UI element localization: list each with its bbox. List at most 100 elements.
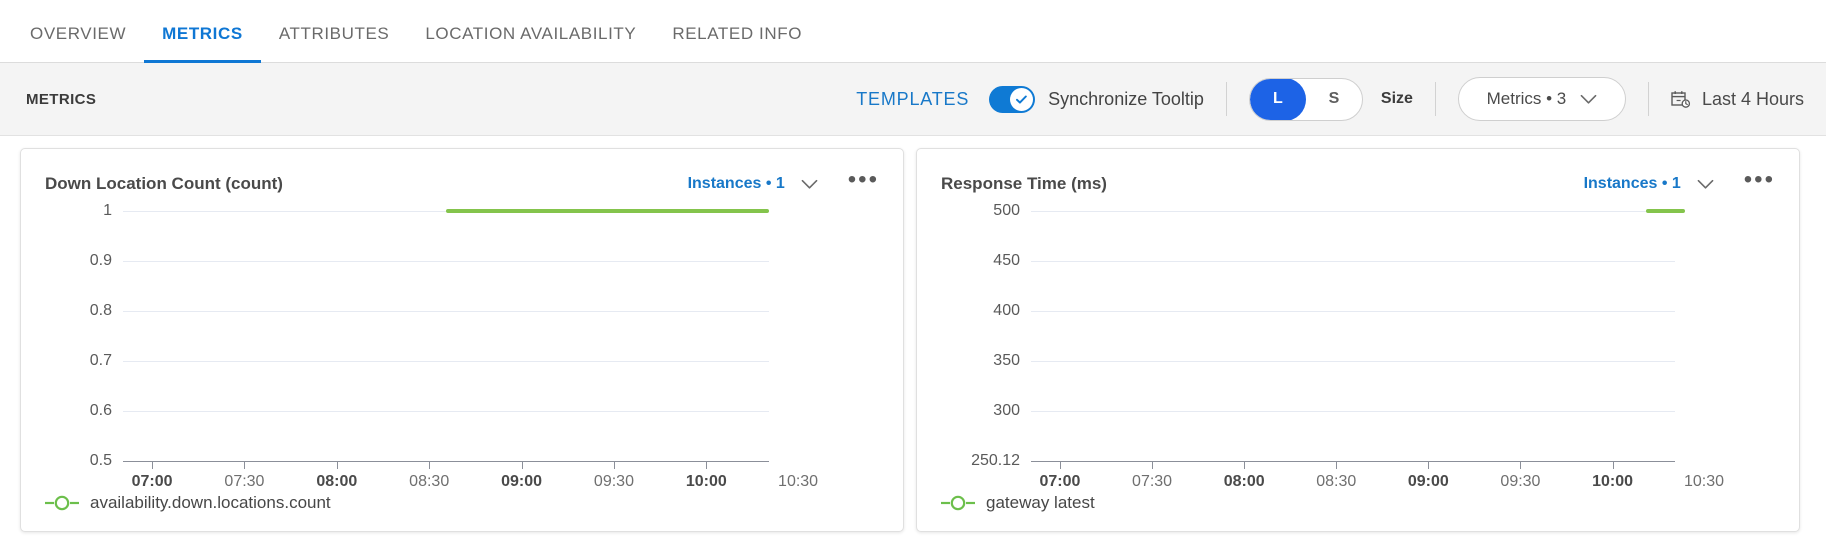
chart-legend-item[interactable]: availability.down.locations.count	[45, 493, 331, 513]
toolbar-title: METRICS	[26, 90, 97, 108]
gridline	[1031, 361, 1675, 362]
x-axis-label: 07:30	[224, 473, 265, 490]
gridline	[123, 311, 769, 312]
x-axis-label: 10:30	[1683, 473, 1724, 490]
y-axis-label: 250.12	[971, 452, 1020, 469]
metrics-selector-label: Metrics • 3	[1486, 89, 1567, 108]
x-tick	[336, 462, 338, 469]
instances-chevron-down-icon[interactable]	[1697, 179, 1714, 190]
instances-chevron-down-icon[interactable]	[801, 179, 818, 190]
tab-attributes[interactable]: ATTRIBUTES	[261, 24, 408, 63]
x-axis-label: 07:00	[1039, 473, 1081, 490]
x-tick	[613, 462, 615, 469]
y-axis-label: 300	[993, 402, 1020, 419]
series-line	[1646, 209, 1685, 213]
x-axis-line	[123, 461, 769, 462]
x-axis-label: 08:30	[1316, 473, 1357, 490]
card-header: Down Location Count (count) Instances • …	[45, 168, 879, 197]
gridline	[1031, 211, 1675, 212]
metric-card-response-time: Response Time (ms) Instances • 1 ••• 500…	[916, 148, 1800, 532]
y-axis-label: 0.6	[89, 402, 112, 419]
instances-selector[interactable]: Instances • 1	[688, 175, 785, 193]
chart-plot-area: 1 0.9 0.8 0.7 0.6 0.5 07:00 07:30 08:00	[90, 202, 818, 490]
size-option-small[interactable]: S	[1306, 79, 1362, 120]
y-axis-label: 350	[993, 352, 1020, 369]
metric-card-down-location-count: Down Location Count (count) Instances • …	[20, 148, 904, 532]
time-range-label: Last 4 Hours	[1701, 88, 1804, 109]
x-tick	[1428, 462, 1430, 469]
check-icon	[1016, 95, 1027, 104]
y-axis-label: 0.8	[89, 302, 112, 319]
x-tick	[521, 462, 523, 469]
x-tick	[1244, 462, 1246, 469]
calendar-clock-icon	[1671, 90, 1690, 108]
card-title: Down Location Count (count)	[45, 174, 283, 193]
y-axis-label: 400	[993, 302, 1020, 319]
x-axis-label: 09:00	[501, 473, 543, 490]
tab-metrics[interactable]: METRICS	[144, 24, 261, 63]
card-header: Response Time (ms) Instances • 1 •••	[941, 168, 1775, 197]
y-axis-label: 1	[103, 202, 112, 219]
size-segmented-control[interactable]: L S	[1248, 77, 1363, 121]
legend-label: availability.down.locations.count	[90, 493, 331, 512]
y-axis-label: 0.7	[89, 352, 112, 369]
x-axis-label: 07:30	[1132, 473, 1173, 490]
synchronize-tooltip-label: Synchronize Tooltip	[1048, 88, 1204, 109]
tab-location-availability[interactable]: LOCATION AVAILABILITY	[407, 24, 654, 63]
legend-marker-icon	[45, 495, 79, 511]
x-tick	[1612, 462, 1614, 469]
gridline	[1031, 311, 1675, 312]
x-axis-label: 10:00	[685, 473, 727, 490]
x-axis-label: 10:30	[778, 473, 819, 490]
card-more-options-icon[interactable]: •••	[1744, 168, 1775, 193]
x-tick	[429, 462, 431, 469]
tab-related-info[interactable]: RELATED INFO	[654, 24, 820, 63]
size-caption: Size	[1380, 90, 1413, 107]
toolbar-divider-3	[1647, 82, 1649, 116]
x-axis-label: 10:00	[1592, 473, 1633, 490]
y-axis-label: 500	[993, 202, 1020, 219]
x-tick	[152, 462, 154, 469]
chart-plot-area: 500 450 400 350 300 250.12 07:00 07:30 0…	[971, 202, 1724, 490]
instances-selector[interactable]: Instances • 1	[1584, 175, 1681, 193]
x-axis-label: 08:30	[409, 473, 450, 490]
x-axis-label: 09:00	[1407, 473, 1449, 490]
x-axis-label: 08:00	[1223, 473, 1265, 490]
x-axis-line	[1031, 461, 1675, 462]
gridline	[123, 411, 769, 412]
x-tick	[1059, 462, 1061, 469]
x-tick	[1520, 462, 1522, 469]
gridline	[123, 361, 769, 362]
series-line	[446, 209, 769, 213]
legend-marker-icon	[941, 495, 975, 511]
x-tick	[706, 462, 708, 469]
card-title: Response Time (ms)	[941, 174, 1107, 193]
y-axis-label: 0.5	[89, 452, 112, 469]
time-range-selector[interactable]: Last 4 Hours	[1671, 89, 1804, 110]
card-more-options-icon[interactable]: •••	[848, 168, 879, 193]
x-axis-label: 08:00	[316, 473, 358, 490]
x-tick	[244, 462, 246, 469]
x-axis-label: 07:00	[131, 473, 173, 490]
chart-legend-item[interactable]: gateway latest	[941, 493, 1095, 513]
gridline	[1031, 261, 1675, 262]
metrics-toolbar: METRICS TEMPLATES Synchronize Tooltip L …	[0, 63, 1826, 136]
tab-overview[interactable]: OVERVIEW	[12, 24, 144, 63]
synchronize-tooltip-toggle[interactable]	[989, 85, 1036, 113]
metrics-card-grid: Down Location Count (count) Instances • …	[0, 136, 1826, 532]
chevron-down-icon	[1580, 94, 1597, 104]
metrics-selector-dropdown[interactable]: Metrics • 3	[1457, 77, 1626, 121]
legend-label: gateway latest	[986, 493, 1095, 512]
tab-bar: OVERVIEW METRICS ATTRIBUTES LOCATION AVA…	[0, 0, 1826, 63]
toolbar-divider-1	[1225, 82, 1227, 116]
size-option-large[interactable]: L	[1249, 78, 1306, 120]
gridline	[123, 261, 769, 262]
y-axis-label: 450	[993, 252, 1020, 269]
y-axis-label: 0.9	[89, 252, 112, 269]
x-tick	[1336, 462, 1338, 469]
x-tick	[1152, 462, 1154, 469]
toggle-knob	[1010, 87, 1034, 111]
gridline	[1031, 411, 1675, 412]
templates-button[interactable]: TEMPLATES	[856, 89, 969, 110]
x-axis-label: 09:30	[593, 473, 634, 490]
